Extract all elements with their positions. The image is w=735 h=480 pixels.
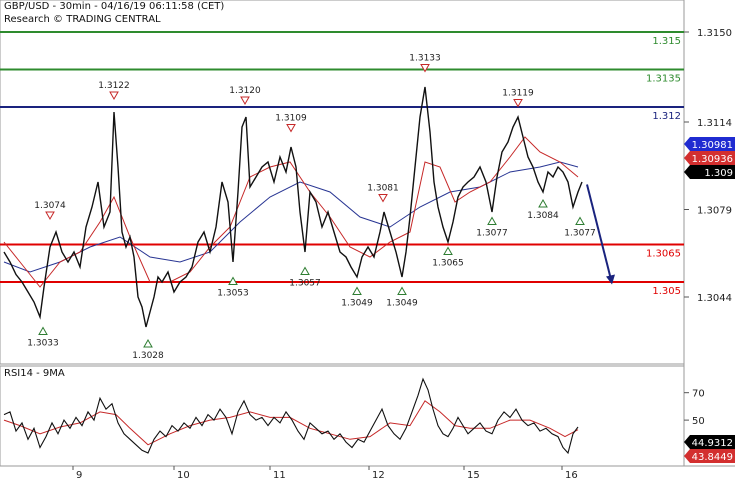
swing-low-label: 1.3053 bbox=[217, 289, 249, 299]
swing-high-label: 1.3122 bbox=[98, 81, 130, 91]
swing-high-label: 1.3109 bbox=[275, 114, 307, 124]
swing-low-label: 1.3077 bbox=[476, 229, 508, 239]
swing-low-label: 1.3028 bbox=[132, 351, 164, 361]
rsi-panel-frame bbox=[0, 365, 685, 467]
x-tick-label: 16 bbox=[565, 470, 578, 480]
chart-root: 1.315 1.3135 1.312 1.3065 1.305 1.3074 1.3033… bbox=[0, 0, 735, 480]
x-axis: 9 10 11 12 15 16 bbox=[72, 466, 578, 480]
rsi-tag-label: 43.8449 bbox=[692, 452, 733, 463]
swing-high-label: 1.3120 bbox=[229, 86, 261, 96]
swing-high-label: 1.3081 bbox=[367, 184, 399, 194]
swing-low-label: 1.3084 bbox=[527, 211, 559, 221]
price-tag-label: 1.30981 bbox=[692, 140, 733, 151]
rsi-tick-label: 50 bbox=[692, 416, 705, 427]
rsi-y-axis: 70 50 44.9312 43.8449 bbox=[684, 389, 735, 463]
swing-high-label: 1.3133 bbox=[409, 54, 441, 64]
x-tick-label: 11 bbox=[273, 470, 286, 480]
price-tag-label: 1.30936 bbox=[692, 154, 733, 165]
x-tick-label: 15 bbox=[467, 470, 480, 480]
swing-low-label: 1.3065 bbox=[432, 259, 464, 269]
level-label: 1.305 bbox=[652, 286, 681, 297]
level-label: 1.312 bbox=[652, 111, 681, 122]
rsi-tick-label: 70 bbox=[692, 389, 705, 400]
swing-low-label: 1.3057 bbox=[289, 279, 321, 289]
price-tags: 1.30981 1.30936 1.309 bbox=[684, 137, 735, 179]
chart-header-symbol: GBP/USD - 30min - 04/16/19 06:11:58 (CET… bbox=[4, 1, 225, 12]
swing-low-label: 1.3049 bbox=[341, 299, 373, 309]
swing-low-label: 1.3049 bbox=[386, 299, 418, 309]
level-label: 1.315 bbox=[652, 36, 681, 47]
price-tag-label: 1.309 bbox=[704, 168, 733, 179]
swing-high-label: 1.3074 bbox=[34, 201, 66, 211]
x-tick-label: 12 bbox=[372, 470, 385, 480]
rsi-panel-label: RSI14 - 9MA bbox=[4, 368, 65, 379]
x-tick-label: 9 bbox=[76, 470, 82, 480]
swing-high-label: 1.3119 bbox=[502, 89, 534, 99]
chart-header-research: Research © TRADING CENTRAL bbox=[4, 14, 161, 25]
y-tick-label: 1.3079 bbox=[697, 206, 732, 217]
level-label: 1.3135 bbox=[646, 74, 681, 85]
x-tick-label: 10 bbox=[177, 470, 190, 480]
swing-low-label: 1.3077 bbox=[564, 229, 596, 239]
level-label: 1.3065 bbox=[646, 249, 681, 260]
price-chart-svg[interactable]: 1.315 1.3135 1.312 1.3065 1.305 1.3074 1.3033… bbox=[0, 0, 735, 480]
y-tick-label: 1.3114 bbox=[697, 118, 732, 129]
rsi-tag-label: 44.9312 bbox=[692, 438, 733, 449]
swing-low-label: 1.3033 bbox=[27, 339, 59, 349]
y-tick-label: 1.3044 bbox=[697, 293, 732, 304]
y-tick-label: 1.3150 bbox=[697, 28, 732, 39]
